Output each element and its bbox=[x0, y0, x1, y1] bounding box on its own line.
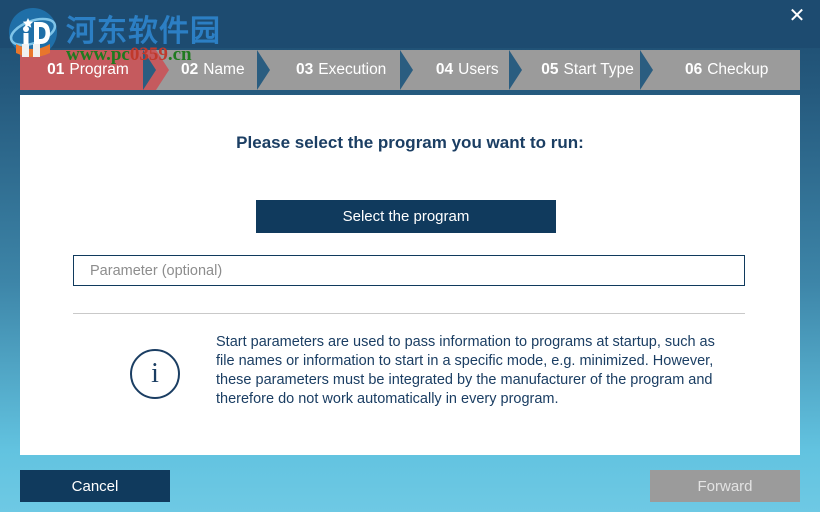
step-number: 06 bbox=[684, 61, 703, 78]
step-label: Checkup bbox=[707, 61, 769, 78]
step-tab-users[interactable]: 04 Users bbox=[399, 50, 536, 90]
step-tab-name[interactable]: 02 Name bbox=[142, 50, 283, 90]
close-icon[interactable]: ✕ bbox=[780, 0, 814, 30]
info-text: Start parameters are used to pass inform… bbox=[216, 334, 715, 407]
step-label: Program bbox=[69, 61, 129, 78]
step-number: 02 bbox=[180, 61, 199, 78]
select-program-button[interactable]: Select the program bbox=[256, 200, 556, 233]
step-tab-execution[interactable]: 03 Execution bbox=[256, 50, 426, 90]
step-number: 05 bbox=[541, 61, 559, 78]
wizard-steps: 01 Program 02 Name 03 Execution 04 Users… bbox=[20, 50, 801, 90]
step-tab-checkup[interactable]: 06 Checkup bbox=[640, 50, 801, 90]
info-block: i Start parameters are used to pass info… bbox=[130, 333, 750, 409]
wizard-window: ✕ 河东软件园 www.pc0359.cn 01 Program 02 Name bbox=[0, 0, 820, 512]
step-number: 04 bbox=[435, 61, 454, 78]
step-number: 03 bbox=[295, 61, 314, 78]
step-label: Execution bbox=[318, 61, 387, 78]
content-panel: Please select the program you want to ru… bbox=[20, 95, 800, 455]
parameter-input[interactable] bbox=[73, 255, 745, 286]
step-label: Users bbox=[458, 61, 499, 78]
step-label: Start Type bbox=[563, 61, 634, 78]
page-title: Please select the program you want to ru… bbox=[236, 133, 584, 152]
step-number: 01 bbox=[47, 61, 65, 78]
step-tab-program[interactable]: 01 Program bbox=[20, 50, 169, 90]
forward-button[interactable]: Forward bbox=[650, 470, 800, 502]
title-bar: ✕ bbox=[0, 0, 820, 48]
step-label: Name bbox=[203, 61, 245, 78]
section-divider bbox=[73, 313, 745, 314]
info-icon: i bbox=[130, 349, 180, 399]
cancel-button[interactable]: Cancel bbox=[20, 470, 170, 502]
step-tab-start-type[interactable]: 05 Start Type bbox=[508, 50, 667, 90]
